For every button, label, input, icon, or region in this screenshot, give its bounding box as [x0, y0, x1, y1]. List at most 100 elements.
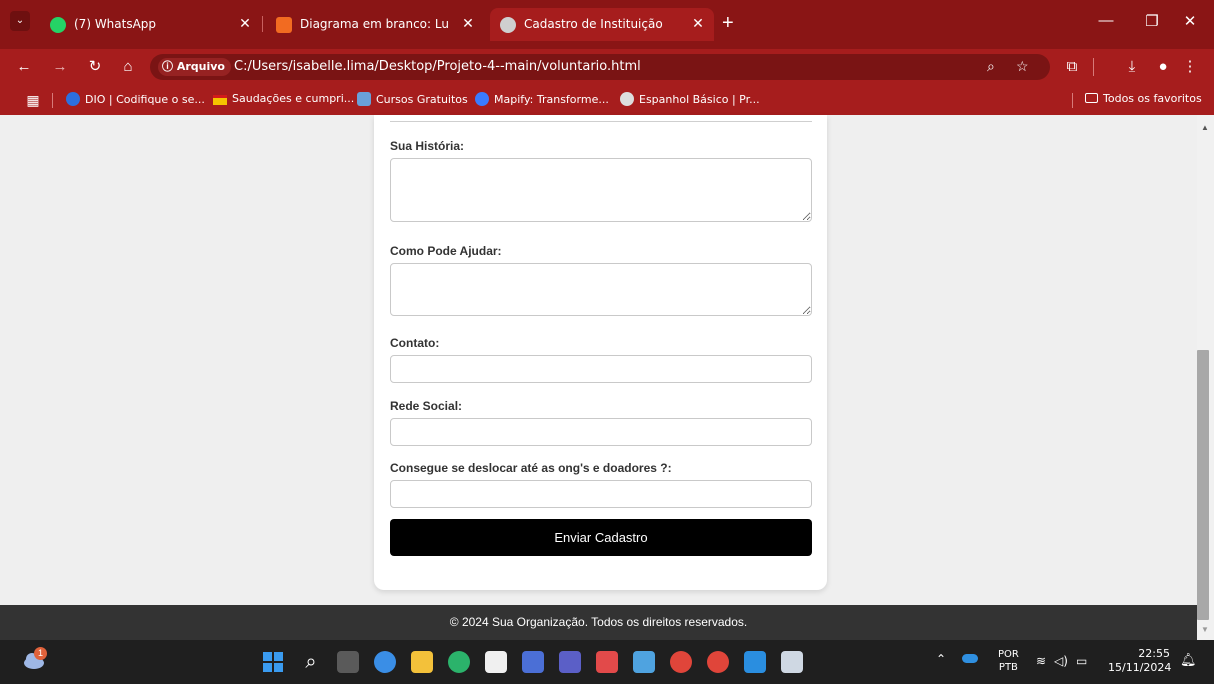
spanish-icon — [620, 92, 634, 106]
folder-icon — [1085, 93, 1098, 103]
bookmark-label: Mapify: Transforme... — [494, 93, 609, 106]
tab-title: Cadastro de Instituição — [524, 17, 663, 31]
notification-bell-icon[interactable]: 🔔︎ — [1180, 653, 1197, 668]
ajudar-label: Como Pode Ajudar: — [390, 244, 502, 258]
globe-icon — [500, 17, 516, 33]
chrome-icon[interactable] — [670, 651, 692, 673]
chrome-active-icon[interactable] — [707, 651, 729, 673]
bookmark-label: Cursos Gratuitos — [376, 93, 468, 106]
scroll-up-arrow[interactable]: ▲ — [1201, 123, 1209, 132]
weather-widget[interactable]: 1 — [22, 647, 47, 671]
toolbar-separator — [1093, 58, 1094, 76]
tab-separator — [262, 16, 263, 32]
scroll-down-arrow[interactable]: ▼ — [1201, 625, 1209, 634]
language-code: POR — [998, 649, 1019, 660]
bookmark-espanhol[interactable]: Espanhol Básico | Pr... — [620, 92, 760, 108]
extensions-icon[interactable]: ⧉ — [1062, 57, 1082, 77]
clock-time: 22:55 — [1138, 647, 1170, 660]
tab-lucidchart[interactable]: Diagrama em branco: Lucidchar ✕ — [266, 8, 484, 41]
previous-field-border — [390, 121, 812, 122]
copilot-icon[interactable] — [374, 651, 396, 673]
remote-desktop-icon[interactable] — [633, 651, 655, 673]
clock[interactable]: 22:55 15/11/2024 — [1108, 647, 1172, 675]
forward-icon[interactable]: → — [50, 57, 70, 77]
downloads-icon[interactable]: ⤓ — [1122, 57, 1142, 77]
file-explorer-icon[interactable] — [411, 651, 433, 673]
restore-button[interactable]: ❐ — [1140, 12, 1164, 30]
tab-search-button[interactable]: ⌄ — [10, 11, 30, 31]
vscode-icon[interactable] — [744, 651, 766, 673]
tab-title: (7) WhatsApp — [74, 17, 157, 31]
tab-cadastro[interactable]: Cadastro de Instituição ✕ — [490, 8, 714, 41]
page-viewport: Sua História: Como Pode Ajudar: Contato:… — [0, 115, 1197, 605]
bookmark-mapify[interactable]: Mapify: Transforme... — [475, 92, 609, 108]
historia-label: Sua História: — [390, 139, 465, 153]
close-tab-icon[interactable]: ✕ — [236, 15, 254, 33]
historia-textarea[interactable] — [390, 158, 812, 222]
clock-date: 15/11/2024 — [1108, 661, 1172, 674]
bitwarden-icon[interactable] — [522, 651, 544, 673]
flag-icon — [213, 95, 227, 105]
address-bar[interactable]: ⓘ Arquivo C:/Users/isabelle.lima/Desktop… — [150, 54, 1050, 80]
battery-icon[interactable]: ▭ — [1076, 654, 1087, 668]
windows-icon — [263, 652, 283, 672]
keyboard-layout: PTB — [998, 662, 1018, 673]
notification-badge: 1 — [34, 647, 47, 660]
close-tab-icon[interactable]: ✕ — [459, 15, 477, 33]
anydesk-icon[interactable] — [596, 651, 618, 673]
minimize-button[interactable]: — — [1094, 12, 1118, 29]
teams-icon[interactable] — [559, 651, 581, 673]
volume-icon[interactable]: ◁) — [1054, 654, 1068, 668]
apps-icon[interactable]: ▦ — [23, 90, 43, 110]
close-tab-icon[interactable]: ✕ — [689, 15, 707, 33]
bookmark-cursos[interactable]: Cursos Gratuitos — [357, 92, 468, 108]
deslocar-label: Consegue se deslocar até as ong's e doad… — [390, 461, 672, 475]
tray-overflow-icon[interactable]: ⌃ — [936, 652, 946, 666]
bookmark-label: Todos os favoritos — [1103, 92, 1202, 105]
onedrive-icon[interactable] — [962, 654, 978, 663]
bookmark-separator — [1072, 93, 1073, 108]
rede-social-input[interactable] — [390, 418, 812, 446]
ajudar-textarea[interactable] — [390, 263, 812, 316]
tab-whatsapp[interactable]: (7) WhatsApp ✕ — [40, 8, 258, 41]
start-button[interactable] — [262, 651, 284, 673]
reload-icon[interactable]: ↻ — [85, 57, 105, 77]
language-indicator[interactable]: POR PTB — [998, 648, 1019, 674]
volunteer-form-card: Sua História: Como Pode Ajudar: Contato:… — [374, 115, 827, 590]
all-bookmarks-folder[interactable]: Todos os favoritos — [1085, 92, 1202, 108]
deslocar-input[interactable] — [390, 480, 812, 508]
tab-title: Diagrama em branco: Lucidchar — [300, 17, 448, 31]
bookmark-label: Saudações e cumpri... — [232, 92, 355, 105]
search-icon[interactable]: ⌕ — [300, 651, 322, 673]
site-info-chip[interactable]: ⓘ Arquivo — [158, 58, 231, 76]
page-footer: © 2024 Sua Organização. Todos os direito… — [0, 605, 1197, 640]
bookmark-label: DIO | Codifique o se... — [85, 93, 205, 106]
dio-icon — [66, 92, 80, 106]
close-window-button[interactable]: ✕ — [1178, 12, 1202, 30]
store-icon[interactable] — [485, 651, 507, 673]
bookmark-star-icon[interactable]: ☆ — [1016, 58, 1029, 75]
scrollbar-thumb[interactable] — [1197, 350, 1209, 620]
home-icon[interactable]: ⌂ — [118, 57, 138, 77]
zoom-icon[interactable]: ⌕ — [987, 58, 995, 75]
edge-icon[interactable] — [448, 651, 470, 673]
menu-icon[interactable]: ⋮ — [1180, 57, 1200, 77]
courses-icon — [357, 92, 371, 106]
url-text[interactable]: C:/Users/isabelle.lima/Desktop/Projeto-4… — [234, 59, 641, 74]
bookmark-saudacoes[interactable]: Saudações e cumpri... — [213, 92, 354, 108]
page-scrollbar[interactable]: ▲ ▼ — [1197, 115, 1214, 640]
enviar-cadastro-button[interactable]: Enviar Cadastro — [390, 519, 812, 556]
back-icon[interactable]: ← — [14, 57, 34, 77]
contato-input[interactable] — [390, 355, 812, 383]
contato-label: Contato: — [390, 336, 440, 350]
new-tab-button[interactable]: + — [722, 13, 734, 33]
bookmark-label: Espanhol Básico | Pr... — [639, 93, 760, 106]
profile-icon[interactable]: ● — [1153, 57, 1173, 77]
mapify-icon — [475, 92, 489, 106]
wifi-icon[interactable]: ≋ — [1036, 654, 1046, 668]
whatsapp-icon — [50, 17, 66, 33]
task-view-icon[interactable] — [337, 651, 359, 673]
bookmark-dio[interactable]: DIO | Codifique o se... — [66, 92, 205, 108]
snipping-tool-icon[interactable] — [781, 651, 803, 673]
rede-social-label: Rede Social: — [390, 399, 463, 413]
